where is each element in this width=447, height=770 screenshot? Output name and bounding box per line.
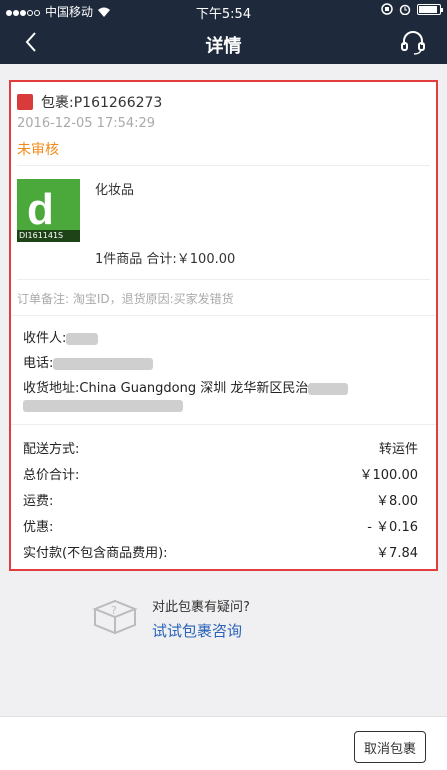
receiver-name: 收件人: (23, 327, 99, 346)
package-date: 2016-12-05 17:54:29 (17, 116, 156, 131)
status-bar: 中国移动 下午5:54 (0, 0, 447, 22)
product-summary: 1件商品 合计:￥100.00 (95, 252, 236, 267)
receiver-address: 收货地址:China Guangdong 深圳 龙华新区民治 (23, 377, 349, 396)
order-remark: 订单备注: 淘宝ID，退货原因:买家发错货 (17, 292, 234, 306)
status-badge: 未审核 (17, 142, 59, 158)
cancel-package-button[interactable]: 取消包裹 (354, 731, 426, 763)
product-image-caption: DI161141S (17, 230, 80, 242)
package-card: 包裹:P161266273 2016-12-05 17:54:29 未审核 d … (9, 80, 438, 571)
battery-icon (417, 3, 443, 15)
fee-row-freight: 运费: ￥8.00 (23, 494, 418, 509)
shop-logo-icon (17, 94, 33, 110)
bottom-action-bar: 取消包裹 (0, 716, 447, 770)
fee-row-discount: 优惠: - ￥0.16 (23, 520, 418, 535)
product-image[interactable]: d DI161141S (17, 179, 80, 242)
fee-row-total: 总价合计: ￥100.00 (23, 468, 418, 483)
divider (11, 315, 436, 316)
product-name[interactable]: 化妆品 (95, 179, 134, 198)
divider (17, 165, 430, 166)
top-bar: 中国移动 下午5:54 详情 (0, 0, 447, 64)
page-title: 详情 (205, 36, 242, 57)
orientation-lock-icon (381, 3, 393, 15)
svg-text:?: ? (111, 604, 117, 617)
divider (17, 279, 430, 280)
divider (11, 424, 436, 425)
help-question: 对此包裹有疑问? (152, 600, 250, 615)
fee-row-paid: 实付款(不包含商品费用): ￥7.84 (23, 546, 418, 561)
nav-bar: 详情 (0, 20, 447, 64)
package-id: 包裹:P161266273 (41, 95, 163, 111)
box-question-icon: ? (92, 599, 138, 635)
fee-row-shipping-method: 配送方式: 转运件 (23, 442, 418, 457)
headset-icon[interactable] (399, 28, 427, 56)
receiver-address-blurred (23, 398, 183, 413)
package-consult-link[interactable]: 试试包裹咨询 (152, 620, 242, 641)
package-header: 包裹:P161266273 (17, 92, 162, 112)
receiver-phone: 电话: (23, 352, 154, 371)
alarm-icon (399, 4, 411, 15)
